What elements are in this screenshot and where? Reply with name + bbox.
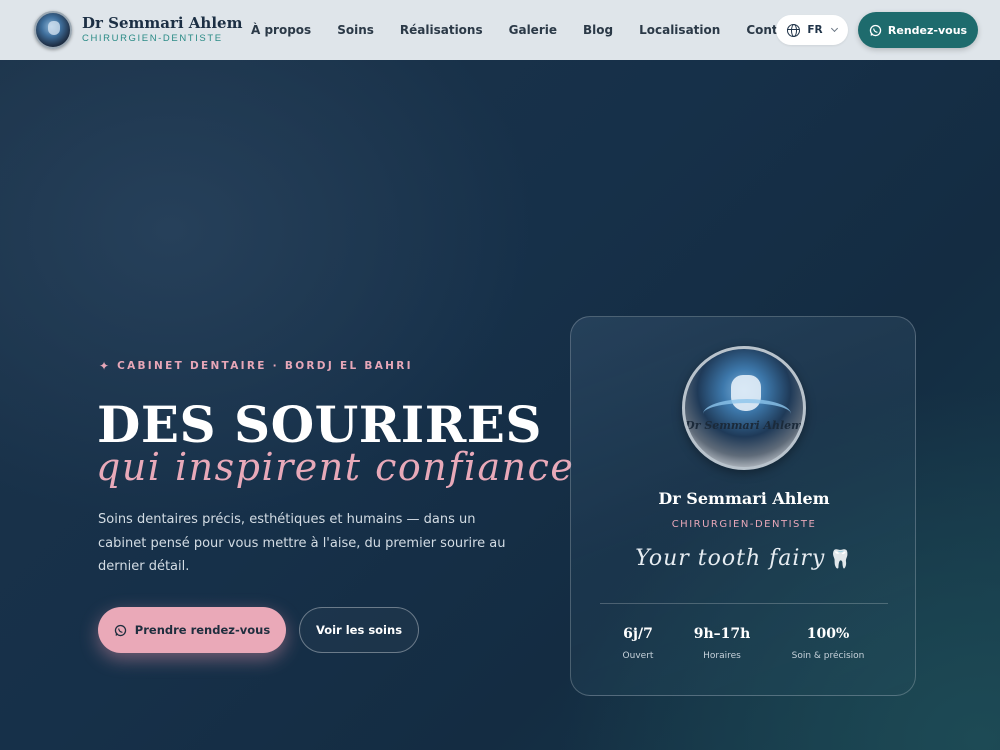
whatsapp-icon xyxy=(114,624,127,637)
language-selector[interactable]: FR xyxy=(776,15,848,45)
hero-description: Soins dentaires précis, esthétiques et h… xyxy=(98,512,506,574)
logo-script-text: Dr Semmari Ahlem xyxy=(685,419,803,432)
header-appointment-button[interactable]: Rendez-vous xyxy=(858,12,978,48)
nav-link-a-propos[interactable]: À propos xyxy=(251,23,311,37)
header-appointment-label: Rendez-vous xyxy=(887,23,968,37)
tooth-icon: 🦷 xyxy=(829,549,853,570)
book-appointment-label: Prendre rendez-vous xyxy=(134,623,271,637)
top-navbar: Dr Semmari Ahlem CHIRURGIEN-DENTISTE À p… xyxy=(0,0,1000,60)
brand-logo xyxy=(34,11,72,49)
brand-text: Dr Semmari Ahlem CHIRURGIEN-DENTISTE xyxy=(82,14,242,46)
card-tagline: Your tooth fairy 🦷 xyxy=(571,546,917,571)
view-services-label: Voir les soins xyxy=(315,623,403,637)
book-appointment-button[interactable]: Prendre rendez-vous xyxy=(98,607,286,653)
stat-label: Soin & précision xyxy=(791,651,865,661)
sparkle-icon: ✦ xyxy=(99,359,110,373)
stat-hours: 9h–17h Horaires xyxy=(672,625,772,662)
brand-name: Dr Semmari Ahlem xyxy=(82,14,243,32)
hero-eyebrow: ✦ CABINET DENTAIRE · BORDJ EL BAHRI xyxy=(99,359,413,373)
clinic-logo: Dr Semmari Ahlem xyxy=(682,346,806,470)
profile-card: Dr Semmari Ahlem Dr Semmari Ahlem CHIRUR… xyxy=(570,316,916,696)
card-divider xyxy=(600,603,888,604)
stat-label: Horaires xyxy=(703,651,741,661)
card-doctor-role: CHIRURGIEN-DENTISTE xyxy=(671,519,817,530)
view-services-button[interactable]: Voir les soins xyxy=(299,607,419,653)
nav-link-soins[interactable]: Soins xyxy=(337,23,374,37)
brand-home-link[interactable]: Dr Semmari Ahlem CHIRURGIEN-DENTISTE xyxy=(34,11,242,49)
nav-link-galerie[interactable]: Galerie xyxy=(509,23,557,37)
whatsapp-icon xyxy=(869,24,882,37)
brand-subtitle: CHIRURGIEN-DENTISTE xyxy=(82,33,223,44)
chevron-down-icon xyxy=(830,24,838,33)
nav-link-localisation[interactable]: Localisation xyxy=(639,23,720,37)
card-doctor-name: Dr Semmari Ahlem xyxy=(658,489,830,508)
language-label: FR xyxy=(807,24,823,36)
globe-icon xyxy=(787,23,801,37)
stat-value: 100% xyxy=(806,626,850,642)
hero-eyebrow-text: CABINET DENTAIRE · BORDJ EL BAHRI xyxy=(117,360,413,372)
main-nav: À propos Soins Réalisations Galerie Blog… xyxy=(251,0,825,60)
stat-value: 9h–17h xyxy=(693,626,751,642)
stat-precision: 100% Soin & précision xyxy=(778,625,878,662)
nav-link-realisations[interactable]: Réalisations xyxy=(400,23,483,37)
nav-link-blog[interactable]: Blog xyxy=(583,23,613,37)
card-tagline-text: Your tooth fairy xyxy=(635,546,826,571)
hero-subtitle: qui inspirent confiance xyxy=(96,445,575,489)
